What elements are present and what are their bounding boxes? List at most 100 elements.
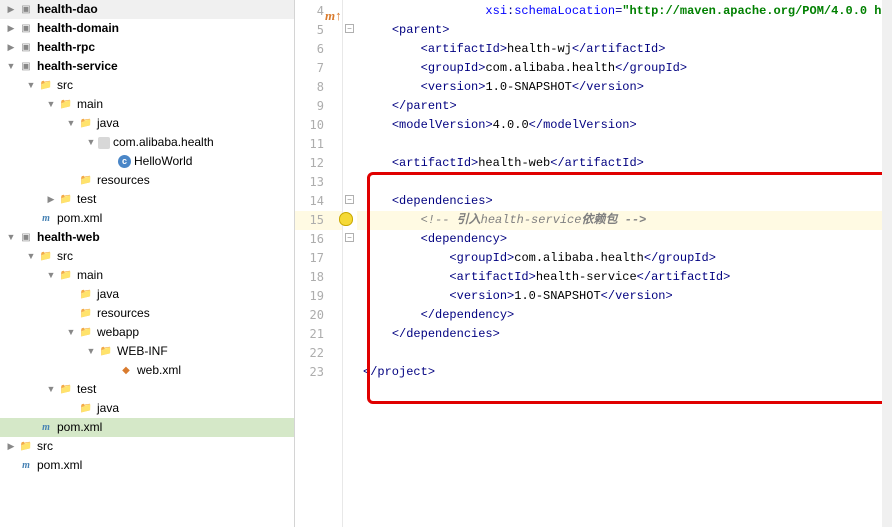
tree-label: src [57, 76, 73, 95]
tree-label: resources [97, 171, 150, 190]
code-line[interactable]: </dependencies> [357, 325, 892, 344]
chevron-right-icon[interactable]: ▶ [4, 38, 18, 57]
test-folder-icon: 📁 [78, 401, 94, 417]
class-helloworld[interactable]: cHelloWorld [0, 152, 294, 171]
folder-main[interactable]: ▼📁main [0, 266, 294, 285]
line-number: 10 [295, 116, 342, 135]
intention-bulb-icon[interactable] [339, 212, 353, 226]
chevron-down-icon[interactable]: ▼ [4, 228, 18, 247]
code-line[interactable]: </parent> [357, 97, 892, 116]
code-editor[interactable]: m↑ 4 5 6 7 8 9 10 11 12 13 14 15 16 17 1… [295, 0, 892, 527]
code-line[interactable]: </dependency> [357, 306, 892, 325]
folder-icon: 📁 [58, 97, 74, 113]
module-health-web[interactable]: ▼▣health-web [0, 228, 294, 247]
chevron-down-icon[interactable]: ▼ [24, 247, 38, 266]
source-folder-icon: 📁 [78, 116, 94, 132]
code-line[interactable]: <groupId>com.alibaba.health</groupId> [357, 249, 892, 268]
code-area[interactable]: xsi:schemaLocation="http://maven.apache.… [357, 0, 892, 527]
code-line[interactable]: <version>1.0-SNAPSHOT</version> [357, 78, 892, 97]
class-icon: c [118, 155, 131, 168]
fold-toggle-icon[interactable]: − [345, 233, 354, 242]
folder-icon: 📁 [18, 439, 34, 455]
tree-label: pom.xml [57, 418, 102, 437]
tree-label: src [37, 437, 53, 456]
file-web-xml[interactable]: ◆web.xml [0, 361, 294, 380]
file-pom-xml[interactable]: mpom.xml [0, 209, 294, 228]
line-number: 20 [295, 306, 342, 325]
chevron-down-icon[interactable]: ▼ [64, 323, 78, 342]
fold-column[interactable]: − − − [343, 0, 357, 527]
code-line[interactable]: <artifactId>health-service</artifactId> [357, 268, 892, 287]
tree-label: main [77, 266, 103, 285]
line-number: 16 [295, 230, 342, 249]
code-line[interactable]: <modelVersion>4.0.0</modelVersion> [357, 116, 892, 135]
code-line[interactable]: <groupId>com.alibaba.health</groupId> [357, 59, 892, 78]
code-line-current[interactable]: <!-- 引入health-service依赖包 --> [357, 211, 892, 230]
chevron-down-icon[interactable]: ▼ [64, 114, 78, 133]
chevron-down-icon[interactable]: ▼ [84, 133, 98, 152]
module-health-rpc[interactable]: ▶▣health-rpc [0, 38, 294, 57]
chevron-right-icon[interactable]: ▶ [4, 0, 18, 19]
folder-main[interactable]: ▼📁main [0, 95, 294, 114]
folder-webapp[interactable]: ▼📁webapp [0, 323, 294, 342]
package-com-alibaba-health[interactable]: ▼com.alibaba.health [0, 133, 294, 152]
module-health-dao[interactable]: ▶▣health-dao [0, 0, 294, 19]
module-icon: ▣ [18, 2, 34, 18]
chevron-down-icon[interactable]: ▼ [44, 95, 58, 114]
source-folder-icon: 📁 [78, 287, 94, 303]
editor-scrollbar[interactable] [882, 0, 892, 527]
line-number: 23 [295, 363, 342, 382]
chevron-down-icon[interactable]: ▼ [24, 76, 38, 95]
module-health-service[interactable]: ▼▣health-service [0, 57, 294, 76]
code-line[interactable]: <parent> [357, 21, 892, 40]
folder-resources[interactable]: 📁resources [0, 304, 294, 323]
folder-test[interactable]: ▼📁test [0, 380, 294, 399]
tree-label: pom.xml [37, 456, 82, 475]
code-line[interactable] [357, 135, 892, 154]
module-icon: ▣ [18, 21, 34, 37]
chevron-right-icon[interactable]: ▶ [44, 190, 58, 209]
folder-icon: 📁 [38, 249, 54, 265]
module-health-domain[interactable]: ▶▣health-domain [0, 19, 294, 38]
line-number: 22 [295, 344, 342, 363]
folder-src[interactable]: ▼📁src [0, 76, 294, 95]
code-line[interactable]: <artifactId>health-web</artifactId> [357, 154, 892, 173]
code-line[interactable]: <dependency> [357, 230, 892, 249]
folder-java[interactable]: ▼📁java [0, 114, 294, 133]
tree-label: webapp [97, 323, 139, 342]
chevron-right-icon[interactable]: ▶ [4, 19, 18, 38]
fold-toggle-icon[interactable]: − [345, 195, 354, 204]
folder-java-test[interactable]: 📁java [0, 399, 294, 418]
code-line[interactable]: xsi:schemaLocation="http://maven.apache.… [357, 2, 892, 21]
folder-icon: 📁 [58, 192, 74, 208]
chevron-down-icon[interactable]: ▼ [44, 266, 58, 285]
folder-test[interactable]: ▶📁test [0, 190, 294, 209]
chevron-down-icon[interactable]: ▼ [84, 342, 98, 361]
tree-label: health-dao [37, 0, 98, 19]
file-pom-xml-root[interactable]: mpom.xml [0, 456, 294, 475]
folder-src[interactable]: ▼📁src [0, 247, 294, 266]
code-line[interactable] [357, 173, 892, 192]
code-line[interactable]: </project> [357, 363, 892, 382]
line-number: 11 [295, 135, 342, 154]
folder-web-inf[interactable]: ▼📁WEB-INF [0, 342, 294, 361]
folder-java[interactable]: 📁java [0, 285, 294, 304]
code-line[interactable] [357, 344, 892, 363]
chevron-right-icon[interactable]: ▶ [4, 437, 18, 456]
project-tree[interactable]: ▶▣health-dao ▶▣health-domain ▶▣health-rp… [0, 0, 295, 527]
tree-label: test [77, 380, 96, 399]
file-pom-xml-selected[interactable]: mpom.xml [0, 418, 294, 437]
chevron-down-icon[interactable]: ▼ [44, 380, 58, 399]
folder-icon: 📁 [58, 382, 74, 398]
fold-toggle-icon[interactable]: − [345, 24, 354, 33]
code-line[interactable]: <artifactId>health-wj</artifactId> [357, 40, 892, 59]
code-line[interactable]: <version>1.0-SNAPSHOT</version> [357, 287, 892, 306]
folder-src-root[interactable]: ▶📁src [0, 437, 294, 456]
chevron-down-icon[interactable]: ▼ [4, 57, 18, 76]
folder-resources[interactable]: 📁resources [0, 171, 294, 190]
line-number: 8 [295, 78, 342, 97]
code-line[interactable]: <dependencies> [357, 192, 892, 211]
tree-label: health-rpc [37, 38, 95, 57]
line-number: 19 [295, 287, 342, 306]
xml-file-icon: ◆ [118, 363, 134, 379]
